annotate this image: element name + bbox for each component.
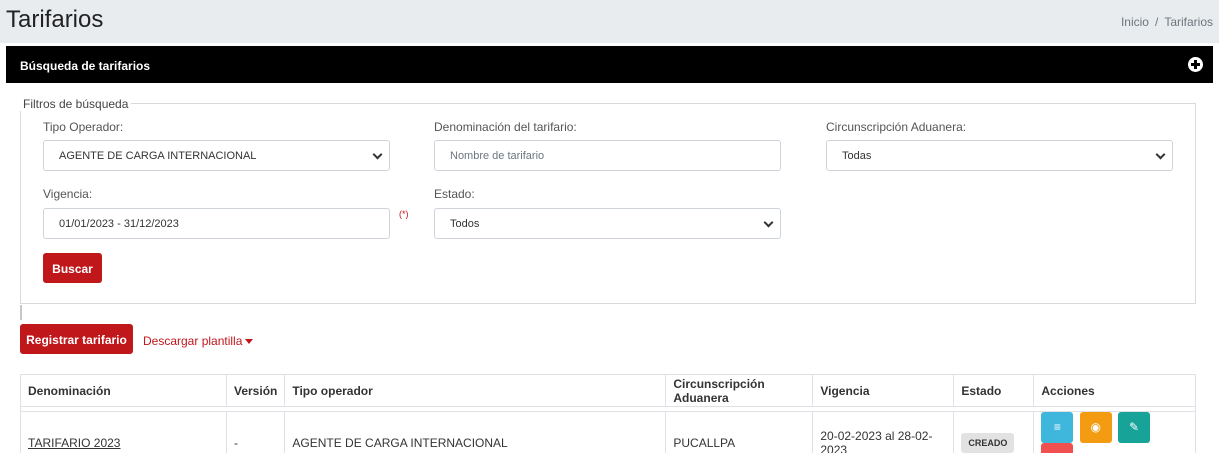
card-title: Búsqueda de tarifarios — [20, 59, 151, 73]
section-divider — [20, 305, 22, 320]
card-header: Búsqueda de tarifarios — [6, 46, 1213, 83]
page-header: Tarifarios Inicio / Tarifarios — [0, 0, 1219, 43]
list-icon: ≡ — [1053, 420, 1061, 434]
chevron-down-icon — [1155, 149, 1166, 160]
circunscripcion-value: Todas — [842, 150, 872, 162]
column-header-estado: Estado — [953, 374, 1035, 407]
estado-value: Todos — [450, 218, 480, 230]
breadcrumb-item-tarifarios: Tarifarios — [1164, 15, 1213, 29]
required-mark: (*) — [399, 209, 409, 219]
tarifarios-table: Denominación Versión Tipo operador Circu… — [20, 374, 1196, 453]
table-row: TARIFARIO 2023 - AGENTE DE CARGA INTERNA… — [20, 411, 1196, 453]
column-header-acciones: Acciones — [1033, 374, 1196, 407]
vigencia-value: 01/01/2023 - 31/12/2023 — [59, 218, 179, 230]
eye-icon: ◉ — [1090, 420, 1101, 434]
column-header-vigencia: Vigencia — [812, 374, 955, 407]
tarifario-name-link[interactable]: TARIFARIO 2023 — [20, 411, 227, 453]
tipo-operador-label: Tipo Operador: — [43, 120, 124, 134]
tipo-operador-value: AGENTE DE CARGA INTERNACIONAL — [59, 150, 257, 162]
vigencia-label: Vigencia: — [43, 187, 93, 201]
download-template-link[interactable]: Descargar plantilla — [143, 334, 254, 348]
list-details-button[interactable]: ≡ — [1041, 412, 1074, 443]
cell-vigencia: 20-02-2023 al 28-02-2023 — [812, 411, 955, 453]
search-filters-fieldset — [20, 103, 1196, 304]
caret-down-icon — [245, 339, 254, 345]
tipo-operador-select[interactable]: AGENTE DE CARGA INTERNACIONAL — [43, 140, 390, 171]
filters-legend: Filtros de búsqueda — [20, 97, 132, 111]
cell-version: - — [225, 411, 286, 453]
cell-tipo-operador: AGENTE DE CARGA INTERNACIONAL — [284, 411, 667, 453]
collapse-plus-icon[interactable] — [1188, 57, 1203, 72]
breadcrumb-item-inicio[interactable]: Inicio — [1121, 15, 1149, 29]
register-tarifario-button[interactable]: Registrar tarifario — [20, 324, 133, 354]
page-title: Tarifarios — [6, 6, 104, 33]
pencil-icon: ✎ — [1129, 420, 1140, 434]
search-button[interactable]: Buscar — [43, 253, 102, 283]
circunscripcion-label: Circunscripción Aduanera: — [826, 120, 967, 134]
breadcrumb-separator: / — [1154, 15, 1159, 29]
cell-estado: CREADO — [953, 411, 1035, 453]
search-card: Búsqueda de tarifarios Filtros de búsque… — [6, 46, 1213, 453]
denominacion-label: Denominación del tarifario: — [434, 120, 577, 134]
status-badge: CREADO — [961, 433, 1015, 453]
delete-button[interactable]: ✕ — [1041, 443, 1074, 453]
estado-select[interactable]: Todos — [434, 208, 781, 239]
chevron-down-icon — [763, 217, 774, 228]
column-header-tipo-operador: Tipo operador — [284, 374, 667, 407]
download-template-label: Descargar plantilla — [143, 334, 243, 348]
edit-button[interactable]: ✎ — [1118, 412, 1151, 443]
column-header-circunscripcion: Circunscripción Aduanera — [665, 374, 814, 407]
cell-acciones: ≡ ◉ ✎ ✕ — [1033, 411, 1196, 453]
view-button[interactable]: ◉ — [1079, 412, 1112, 443]
column-header-version: Versión — [225, 374, 286, 407]
circunscripcion-select[interactable]: Todas — [826, 140, 1173, 171]
estado-label: Estado: — [434, 187, 475, 201]
vigencia-date-range-input[interactable]: 01/01/2023 - 31/12/2023 — [43, 208, 390, 239]
denominacion-placeholder: Nombre de tarifario — [450, 150, 545, 162]
cell-circunscripcion: PUCALLPA — [665, 411, 814, 453]
table-header-row: Denominación Versión Tipo operador Circu… — [20, 374, 1196, 407]
breadcrumb: Inicio / Tarifarios — [1121, 15, 1213, 29]
chevron-down-icon — [372, 149, 383, 160]
column-header-denominacion: Denominación — [20, 374, 227, 407]
denominacion-input[interactable]: Nombre de tarifario — [434, 140, 781, 171]
